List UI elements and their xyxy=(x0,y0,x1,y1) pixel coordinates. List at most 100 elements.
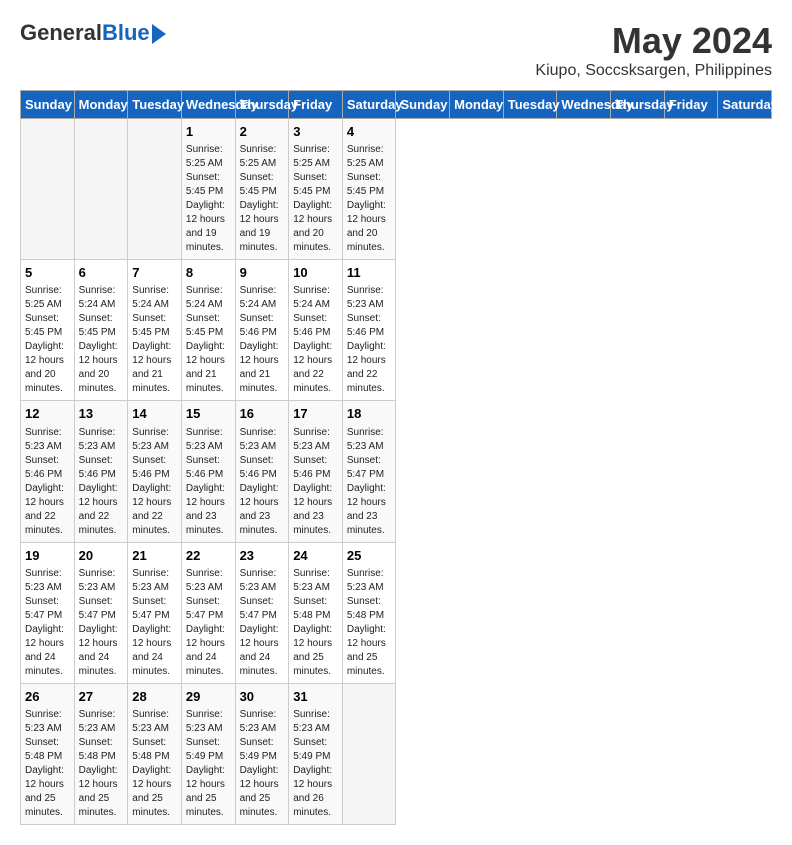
day-info: Sunrise: 5:24 AMSunset: 5:46 PMDaylight:… xyxy=(240,284,285,396)
day-info: Sunrise: 5:23 AMSunset: 5:49 PMDaylight:… xyxy=(293,708,338,820)
title-block: May 2024 Kiupo, Soccsksargen, Philippine… xyxy=(535,20,772,80)
logo-arrow-icon xyxy=(152,24,166,44)
day-number: 2 xyxy=(240,123,285,141)
day-info: Sunrise: 5:23 AMSunset: 5:48 PMDaylight:… xyxy=(293,567,338,679)
col-header-sunday: Sunday xyxy=(396,91,450,119)
calendar-cell: 5Sunrise: 5:25 AMSunset: 5:45 PMDaylight… xyxy=(21,260,75,401)
day-number: 15 xyxy=(186,405,231,423)
day-info: Sunrise: 5:25 AMSunset: 5:45 PMDaylight:… xyxy=(293,143,338,255)
day-number: 11 xyxy=(347,264,392,282)
header-friday: Friday xyxy=(289,91,343,119)
day-info: Sunrise: 5:25 AMSunset: 5:45 PMDaylight:… xyxy=(186,143,231,255)
day-number: 14 xyxy=(132,405,177,423)
calendar-cell: 13Sunrise: 5:23 AMSunset: 5:46 PMDayligh… xyxy=(74,401,128,542)
col-header-thursday: Thursday xyxy=(611,91,665,119)
calendar-cell: 16 Sunrise: 5:23 AMSunset: 5:46 PMDayligh… xyxy=(235,401,289,542)
day-number: 7 xyxy=(132,264,177,282)
day-info: Sunrise: 5:23 AMSunset: 5:48 PMDaylight:… xyxy=(347,567,392,679)
calendar-week-5: 26 Sunrise: 5:23 AMSunset: 5:48 PMDayligh… xyxy=(21,683,772,824)
col-header-saturday: Saturday xyxy=(718,91,772,119)
day-info: Sunrise: 5:23 AMSunset: 5:49 PMDaylight:… xyxy=(240,708,285,820)
calendar-week-2: 5Sunrise: 5:25 AMSunset: 5:45 PMDaylight… xyxy=(21,260,772,401)
day-number: 6 xyxy=(79,264,124,282)
calendar-cell: 30 Sunrise: 5:23 AMSunset: 5:49 PMDayligh… xyxy=(235,683,289,824)
day-info: Sunrise: 5:24 AMSunset: 5:46 PMDaylight:… xyxy=(293,284,338,396)
day-number: 29 xyxy=(186,688,231,706)
month-title: May 2024 xyxy=(535,20,772,62)
day-number: 20 xyxy=(79,547,124,565)
header-saturday: Saturday xyxy=(342,91,396,119)
header-tuesday: Tuesday xyxy=(128,91,182,119)
day-info: Sunrise: 5:23 AMSunset: 5:46 PMDaylight:… xyxy=(240,426,285,538)
day-number: 9 xyxy=(240,264,285,282)
calendar-cell: 15 Sunrise: 5:23 AMSunset: 5:46 PMDayligh… xyxy=(181,401,235,542)
day-info: Sunrise: 5:23 AMSunset: 5:49 PMDaylight:… xyxy=(186,708,231,820)
day-number: 31 xyxy=(293,688,338,706)
calendar-week-1: 1Sunrise: 5:25 AMSunset: 5:45 PMDaylight… xyxy=(21,119,772,260)
day-number: 24 xyxy=(293,547,338,565)
logo-blue-text: Blue xyxy=(102,20,150,46)
col-header-tuesday: Tuesday xyxy=(503,91,557,119)
day-number: 18 xyxy=(347,405,392,423)
calendar-cell: 9 Sunrise: 5:24 AMSunset: 5:46 PMDaylight… xyxy=(235,260,289,401)
calendar-cell: 29 Sunrise: 5:23 AMSunset: 5:49 PMDayligh… xyxy=(181,683,235,824)
day-number: 21 xyxy=(132,547,177,565)
calendar-cell: 24 Sunrise: 5:23 AMSunset: 5:48 PMDayligh… xyxy=(289,542,343,683)
calendar-cell: 25 Sunrise: 5:23 AMSunset: 5:48 PMDayligh… xyxy=(342,542,396,683)
calendar-table: SundayMondayTuesdayWednesdayThursdayFrid… xyxy=(20,90,772,825)
day-number: 12 xyxy=(25,405,70,423)
header-sunday: Sunday xyxy=(21,91,75,119)
calendar-cell: 20 Sunrise: 5:23 AMSunset: 5:47 PMDayligh… xyxy=(74,542,128,683)
day-number: 10 xyxy=(293,264,338,282)
day-info: Sunrise: 5:23 AMSunset: 5:48 PMDaylight:… xyxy=(25,708,70,820)
calendar-cell: 22Sunrise: 5:23 AMSunset: 5:47 PMDayligh… xyxy=(181,542,235,683)
day-info: Sunrise: 5:23 AMSunset: 5:47 PMDaylight:… xyxy=(132,567,177,679)
day-number: 28 xyxy=(132,688,177,706)
header-thursday: Thursday xyxy=(235,91,289,119)
calendar-cell: 23Sunrise: 5:23 AMSunset: 5:47 PMDayligh… xyxy=(235,542,289,683)
calendar-cell: 21 Sunrise: 5:23 AMSunset: 5:47 PMDayligh… xyxy=(128,542,182,683)
day-number: 27 xyxy=(79,688,124,706)
day-info: Sunrise: 5:25 AMSunset: 5:45 PMDaylight:… xyxy=(347,143,392,255)
calendar-cell: 11Sunrise: 5:23 AMSunset: 5:46 PMDayligh… xyxy=(342,260,396,401)
header-monday: Monday xyxy=(74,91,128,119)
logo: General Blue xyxy=(20,20,166,46)
day-number: 19 xyxy=(25,547,70,565)
day-info: Sunrise: 5:23 AMSunset: 5:46 PMDaylight:… xyxy=(79,426,124,538)
location-title: Kiupo, Soccsksargen, Philippines xyxy=(535,62,772,80)
calendar-cell: 17 Sunrise: 5:23 AMSunset: 5:46 PMDayligh… xyxy=(289,401,343,542)
day-number: 8 xyxy=(186,264,231,282)
calendar-cell xyxy=(128,119,182,260)
col-header-monday: Monday xyxy=(450,91,504,119)
calendar-cell: 10 Sunrise: 5:24 AMSunset: 5:46 PMDayligh… xyxy=(289,260,343,401)
calendar-cell: 12Sunrise: 5:23 AMSunset: 5:46 PMDayligh… xyxy=(21,401,75,542)
day-number: 26 xyxy=(25,688,70,706)
calendar-cell: 8 Sunrise: 5:24 AMSunset: 5:45 PMDaylight… xyxy=(181,260,235,401)
day-info: Sunrise: 5:23 AMSunset: 5:47 PMDaylight:… xyxy=(186,567,231,679)
day-info: Sunrise: 5:23 AMSunset: 5:46 PMDaylight:… xyxy=(293,426,338,538)
day-info: Sunrise: 5:24 AMSunset: 5:45 PMDaylight:… xyxy=(79,284,124,396)
day-info: Sunrise: 5:24 AMSunset: 5:45 PMDaylight:… xyxy=(186,284,231,396)
day-number: 17 xyxy=(293,405,338,423)
calendar-cell: 28Sunrise: 5:23 AMSunset: 5:48 PMDayligh… xyxy=(128,683,182,824)
day-number: 16 xyxy=(240,405,285,423)
calendar-cell: 31 Sunrise: 5:23 AMSunset: 5:49 PMDayligh… xyxy=(289,683,343,824)
day-info: Sunrise: 5:23 AMSunset: 5:46 PMDaylight:… xyxy=(132,426,177,538)
day-info: Sunrise: 5:23 AMSunset: 5:47 PMDaylight:… xyxy=(79,567,124,679)
calendar-header-row: SundayMondayTuesdayWednesdayThursdayFrid… xyxy=(21,91,772,119)
day-info: Sunrise: 5:23 AMSunset: 5:47 PMDaylight:… xyxy=(25,567,70,679)
day-info: Sunrise: 5:23 AMSunset: 5:48 PMDaylight:… xyxy=(79,708,124,820)
calendar-cell: 18Sunrise: 5:23 AMSunset: 5:47 PMDayligh… xyxy=(342,401,396,542)
col-header-friday: Friday xyxy=(664,91,718,119)
day-info: Sunrise: 5:23 AMSunset: 5:46 PMDaylight:… xyxy=(186,426,231,538)
calendar-cell: 6 Sunrise: 5:24 AMSunset: 5:45 PMDaylight… xyxy=(74,260,128,401)
calendar-cell: 1Sunrise: 5:25 AMSunset: 5:45 PMDaylight… xyxy=(181,119,235,260)
calendar-cell: 7Sunrise: 5:24 AMSunset: 5:45 PMDaylight… xyxy=(128,260,182,401)
calendar-cell xyxy=(342,683,396,824)
calendar-week-3: 12 Sunrise: 5:23 AMSunset: 5:46 PMDayligh… xyxy=(21,401,772,542)
day-number: 30 xyxy=(240,688,285,706)
logo-general-text: General xyxy=(20,20,102,46)
calendar-cell: 2Sunrise: 5:25 AMSunset: 5:45 PMDaylight… xyxy=(235,119,289,260)
day-number: 25 xyxy=(347,547,392,565)
day-info: Sunrise: 5:25 AMSunset: 5:45 PMDaylight:… xyxy=(25,284,70,396)
